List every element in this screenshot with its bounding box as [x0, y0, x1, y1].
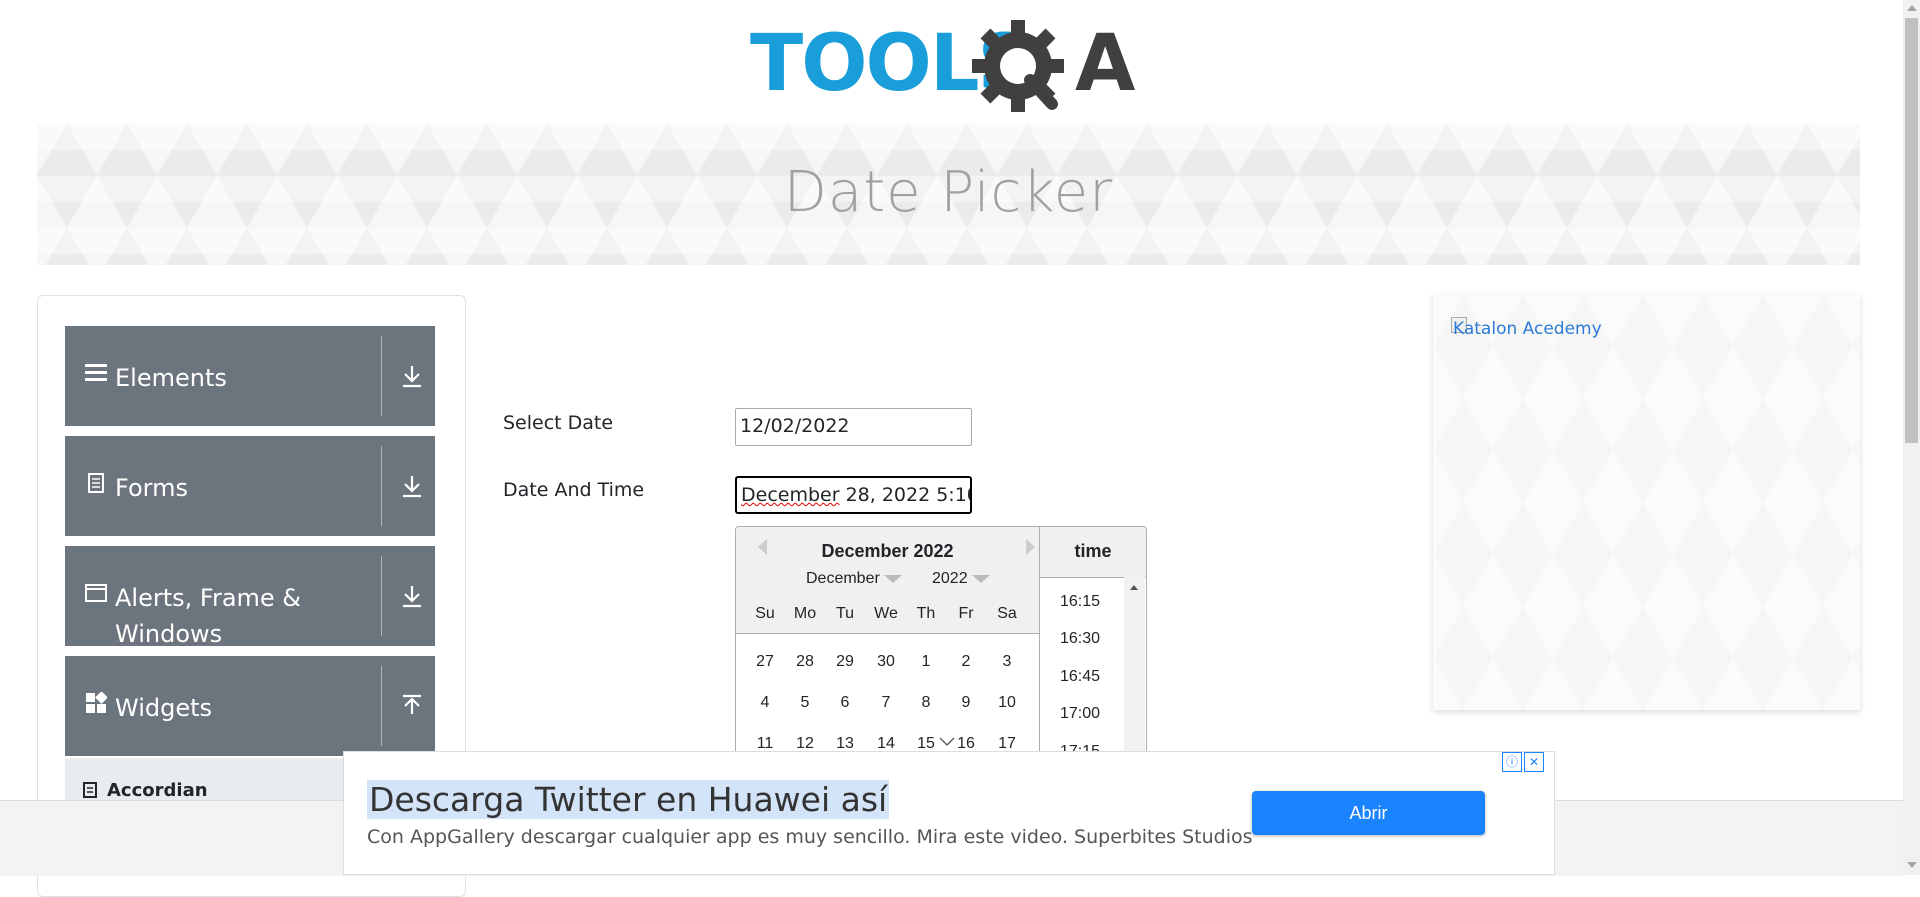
- calendar-day[interactable]: 30: [866, 653, 906, 671]
- sidebar-group-alerts[interactable]: Alerts, Frame & Windows: [65, 546, 435, 646]
- download-arrow-icon: [403, 476, 421, 498]
- sidebar-group-widgets[interactable]: Widgets: [65, 656, 435, 756]
- datetime-picker-popup: December 2022 December 2022 Su Mo Tu We …: [735, 526, 1147, 768]
- katalon-ad-panel[interactable]: Katalon Acedemy: [1433, 295, 1860, 710]
- document-icon: [88, 473, 104, 493]
- abrir-button[interactable]: Abrir: [1252, 791, 1485, 835]
- calendar-header: December 2022 December 2022 Su Mo Tu We …: [736, 527, 1039, 634]
- sidebar-group-label: Elements: [115, 364, 227, 392]
- info-icon[interactable]: ⓘ: [1502, 752, 1522, 772]
- cursor-chevron-icon: [939, 737, 955, 746]
- page-title: Date Picker: [783, 160, 1114, 225]
- date-time-label: Date And Time: [503, 479, 645, 501]
- close-icon[interactable]: ✕: [1524, 752, 1544, 772]
- sidebar-group-label: Forms: [115, 474, 188, 502]
- divider: [381, 336, 382, 416]
- widgets-icon: [86, 692, 107, 713]
- calendar-day[interactable]: 9: [946, 694, 986, 712]
- next-month-icon[interactable]: [1026, 539, 1035, 555]
- sidebar-group-label: Alerts, Frame & Windows: [115, 584, 302, 646]
- calendar-day[interactable]: 7: [866, 694, 906, 712]
- calendar-day[interactable]: 5: [785, 694, 825, 712]
- time-header: time: [1040, 527, 1146, 578]
- download-arrow-icon: [403, 366, 421, 388]
- divider: [381, 446, 382, 526]
- divider: [381, 666, 382, 746]
- scroll-down-icon[interactable]: [1907, 862, 1917, 868]
- logo-text-a: A: [1075, 19, 1135, 109]
- time-panel: time 16:15 16:30 16:45 17:00 17:15: [1039, 527, 1146, 767]
- upload-arrow-icon: [403, 694, 421, 714]
- weekday-label: Mo: [793, 605, 817, 622]
- weekday-label: We: [874, 605, 898, 622]
- calendar-day[interactable]: 1: [906, 653, 946, 671]
- scroll-up-icon[interactable]: [1907, 5, 1917, 11]
- chevron-down-icon: [971, 574, 990, 583]
- gear-icon: [972, 20, 1064, 112]
- sidebar-group-label: Widgets: [115, 694, 213, 722]
- month-select[interactable]: December: [806, 570, 902, 588]
- time-slot[interactable]: 16:15: [1060, 593, 1100, 611]
- bottom-ad-banner[interactable]: ⓘ ✕ Descarga Twitter en Huawei así Con Ap…: [343, 751, 1555, 875]
- calendar-day[interactable]: 10: [987, 694, 1027, 712]
- toolsqa-logo[interactable]: TOOLS A: [750, 18, 1155, 116]
- calendar-day[interactable]: 2: [946, 653, 986, 671]
- divider: [381, 556, 382, 636]
- scroll-up-icon: [1130, 585, 1138, 590]
- sidebar-item-label: Accordian: [107, 780, 208, 801]
- katalon-ad-link[interactable]: Katalon Acedemy: [1453, 319, 1602, 339]
- calendar-day[interactable]: 27: [745, 653, 785, 671]
- calendar-day[interactable]: 8: [906, 694, 946, 712]
- time-scrollbar[interactable]: [1124, 577, 1145, 767]
- sidebar-group-forms[interactable]: Forms: [65, 436, 435, 536]
- time-slot[interactable]: 16:30: [1060, 630, 1100, 648]
- calendar-day[interactable]: 4: [745, 694, 785, 712]
- ad-headline[interactable]: Descarga Twitter en Huawei así: [367, 780, 890, 819]
- page-scrollbar[interactable]: [1903, 0, 1920, 875]
- date-time-value-month: December: [741, 484, 840, 506]
- weekday-label: Th: [916, 605, 936, 622]
- calendar-month-title: December 2022: [821, 541, 954, 561]
- weekday-label: Fr: [958, 605, 974, 622]
- calendar-day[interactable]: 3: [987, 653, 1027, 671]
- weekday-label: Tu: [835, 605, 855, 622]
- chevron-down-icon: [883, 574, 902, 583]
- window-icon: [85, 584, 107, 602]
- calendar-day[interactable]: 6: [825, 694, 865, 712]
- weekday-label: Sa: [997, 605, 1017, 622]
- time-slot[interactable]: 17:00: [1060, 705, 1100, 723]
- time-slot[interactable]: 16:45: [1060, 668, 1100, 686]
- weekday-label: Su: [755, 605, 775, 622]
- scroll-thumb[interactable]: [1905, 18, 1918, 443]
- hamburger-icon: [85, 364, 107, 381]
- time-title: time: [1074, 541, 1112, 561]
- calendar-day[interactable]: 28: [785, 653, 825, 671]
- date-time-value-rest: 28, 2022 5:10 P: [845, 484, 970, 506]
- sidebar-group-elements[interactable]: Elements: [65, 326, 435, 426]
- date-time-input[interactable]: December 28, 2022 5:10 P: [735, 476, 972, 514]
- year-select[interactable]: 2022: [932, 570, 990, 588]
- ad-subtext: Con AppGallery descargar cualquier app e…: [367, 826, 1253, 848]
- download-arrow-icon: [403, 586, 421, 608]
- accordion-icon: [83, 782, 97, 798]
- page-banner: Date Picker: [37, 124, 1860, 265]
- calendar-day[interactable]: 29: [825, 653, 865, 671]
- select-date-label: Select Date: [503, 412, 614, 434]
- select-date-input[interactable]: 12/02/2022: [735, 408, 972, 446]
